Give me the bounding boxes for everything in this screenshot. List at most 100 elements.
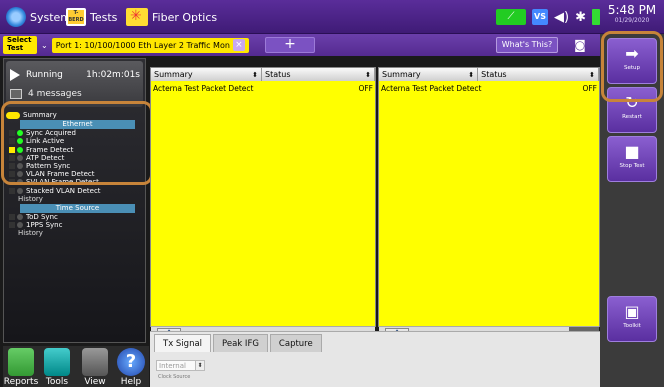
- tools-button[interactable]: Tools: [39, 346, 75, 387]
- alarm-history-marker: [9, 222, 15, 229]
- help-icon: ?: [117, 348, 145, 376]
- group-value-right: Status: [481, 70, 507, 79]
- tree-item-label: 1PPS Sync: [26, 221, 63, 230]
- alarm-history-marker: [9, 187, 15, 194]
- help-button[interactable]: ? Help: [113, 346, 149, 387]
- highlight-frame-setup: [601, 31, 663, 102]
- tberd-icon-text: T-BERD: [68, 10, 84, 23]
- view-icon: [82, 348, 108, 376]
- tree-item-ethernet[interactable]: Stacked VLAN Detect: [6, 187, 143, 195]
- reports-icon: [8, 348, 34, 376]
- port-label: Port 1: 10/100/1000 Eth Layer 2 Traffic …: [55, 40, 230, 50]
- tests-menu[interactable]: T-BERD Tests: [66, 7, 117, 27]
- clock-date: 01/29/2020: [614, 17, 650, 24]
- clock: 5:48 PM 01/29/2020: [604, 3, 660, 24]
- vs-icon[interactable]: VS: [532, 9, 549, 25]
- led-icon: [17, 187, 23, 194]
- tree-item-label: Stacked VLAN Detect: [26, 186, 101, 195]
- running-label: Running: [26, 70, 63, 80]
- result-label: Acterna Test Packet Detect: [153, 84, 254, 93]
- messages-row[interactable]: 4 messages: [10, 89, 82, 99]
- led-icon: [17, 222, 23, 229]
- tab-peak-ifg[interactable]: Peak IFG: [213, 334, 268, 352]
- result-row: Acterna Test Packet Detect OFF: [381, 84, 597, 94]
- tests-label: Tests: [90, 10, 118, 24]
- chevron-down-icon: ⌄: [41, 40, 48, 50]
- messages-label: 4 messages: [28, 89, 82, 99]
- close-icon[interactable]: ×: [232, 39, 245, 51]
- stop-icon: ■: [624, 142, 640, 161]
- clock-source-select[interactable]: Internal ⬍: [156, 360, 205, 371]
- signal-ok-icon[interactable]: ⟋: [496, 9, 527, 25]
- updown-icon: ⬍: [589, 70, 595, 79]
- tools-icon: [44, 348, 70, 376]
- fiber-optics-menu[interactable]: Fiber Optics: [126, 7, 217, 27]
- result-value: OFF: [358, 84, 373, 93]
- toolkit-icon: ▣: [624, 302, 640, 321]
- stop-label: Stop Test: [619, 163, 645, 169]
- history-link-time[interactable]: History: [6, 229, 143, 237]
- add-test-button[interactable]: +: [265, 37, 315, 53]
- results-pane-left: Summary ⬍ Status ⬍ Acterna Test Packet Det…: [150, 67, 376, 338]
- result-row: Acterna Test Packet Detect OFF: [153, 84, 373, 94]
- category-value-right: Summary: [382, 70, 421, 79]
- elapsed-time: 1h:02m:01s: [86, 70, 140, 80]
- updown-icon: ⬍: [252, 70, 259, 79]
- tools-label: Tools: [45, 377, 69, 387]
- clock-time: 5:48 PM: [607, 3, 657, 17]
- bottom-panel: Tx Signal Peak IFG Capture Internal ⬍ Cloc…: [150, 331, 600, 387]
- highlight-frame-left: [1, 101, 153, 185]
- toolkit-label: Toolkit: [623, 323, 641, 329]
- tree-item-time[interactable]: 1PPS Sync: [6, 221, 143, 229]
- fiber-optics-icon: [126, 8, 148, 26]
- whats-this-button[interactable]: What's This?: [496, 37, 558, 53]
- view-label: View: [84, 377, 106, 387]
- messages-icon: [10, 89, 22, 99]
- updown-icon: ⬍: [195, 360, 205, 371]
- gear-icon: [6, 7, 26, 27]
- result-value: OFF: [582, 84, 597, 93]
- tree-item-label: ToD Sync: [26, 212, 58, 221]
- stop-test-button[interactable]: ■ Stop Test: [607, 136, 657, 182]
- updown-icon: ⬍: [468, 70, 475, 79]
- bottom-left-toolbar: Reports Tools View ? Help: [3, 346, 149, 387]
- port-selector[interactable]: ⌄ Port 1: 10/100/1000 Eth Layer 2 Traffi…: [41, 37, 249, 53]
- help-label: Help: [120, 377, 142, 387]
- view-button[interactable]: View: [77, 346, 113, 387]
- group-value-left: Status: [265, 70, 291, 79]
- category-select-right[interactable]: Summary ⬍: [379, 68, 479, 81]
- updown-icon: ⬍: [365, 70, 371, 79]
- group-select-right[interactable]: Status ⬍: [478, 68, 599, 81]
- tab-capture[interactable]: Capture: [269, 334, 322, 352]
- fiber-optics-label: Fiber Optics: [152, 10, 218, 24]
- clock-source-label: Clock Source: [158, 374, 191, 380]
- restart-label: Restart: [622, 114, 642, 120]
- bluetooth-icon[interactable]: ✱: [575, 10, 586, 25]
- test-bar: Select Test ⌄ Port 1: 10/100/1000 Eth La…: [0, 34, 600, 56]
- result-label: Acterna Test Packet Detect: [381, 84, 482, 93]
- toolkit-button[interactable]: ▣ Toolkit: [607, 296, 657, 342]
- status-icons: ⟋ VS ◀) ✱: [496, 8, 600, 26]
- top-bar: System T-BERD Tests Fiber Optics ⟋ VS ◀)…: [0, 0, 664, 34]
- speaker-icon[interactable]: ◀): [554, 10, 569, 25]
- category-value-left: Summary: [154, 70, 193, 79]
- led-icon: [17, 213, 23, 220]
- select-test-button[interactable]: Select Test: [3, 36, 37, 54]
- tab-tx-signal[interactable]: Tx Signal: [154, 334, 212, 352]
- history-link-ethernet[interactable]: History: [6, 195, 143, 203]
- tberd-icon: T-BERD: [66, 8, 86, 26]
- results-pane-right: Summary ⬍ Status ⬍ Acterna Test Packet Det…: [378, 67, 600, 339]
- play-icon: [10, 69, 20, 81]
- alarm-history-marker: [9, 213, 15, 220]
- clock-source-value: Internal: [159, 362, 186, 370]
- tree-item-time[interactable]: ToD Sync: [6, 213, 143, 221]
- category-select-left[interactable]: Summary ⬍: [151, 68, 263, 81]
- system-label: System: [30, 10, 72, 24]
- reports-label: Reports: [3, 377, 39, 387]
- time-source-header: Time Source: [20, 203, 135, 213]
- group-select-left[interactable]: Status ⬍: [262, 68, 375, 81]
- port-tab[interactable]: Port 1: 10/100/1000 Eth Layer 2 Traffic …: [51, 37, 249, 53]
- reports-button[interactable]: Reports: [3, 346, 39, 387]
- system-menu[interactable]: System: [6, 7, 71, 27]
- camera-icon[interactable]: ◙: [568, 37, 592, 53]
